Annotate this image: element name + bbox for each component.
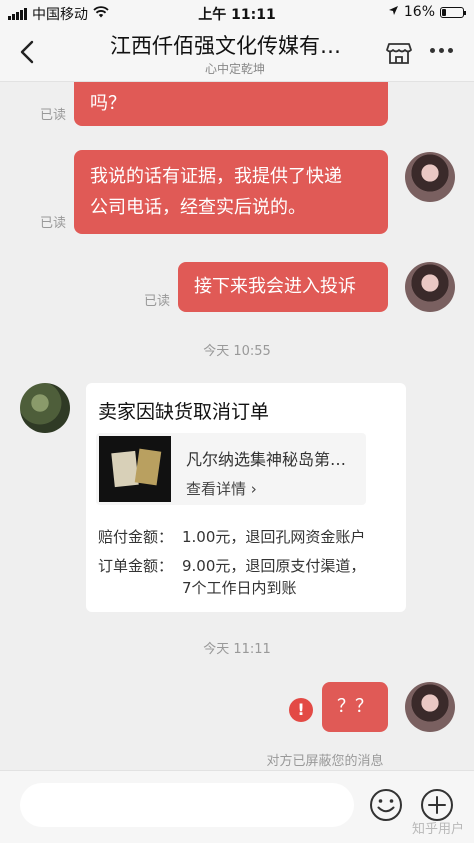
message-bubble[interactable]: 接下来我会进入投诉	[178, 262, 388, 312]
order-amount-value: 9.00元，退回原支付渠道， 7个工作日内到账	[182, 555, 402, 599]
product-thumbnail	[99, 436, 171, 502]
send-failed-icon[interactable]: !	[289, 698, 313, 722]
input-bar	[0, 770, 474, 843]
my-avatar[interactable]	[405, 682, 455, 732]
battery-percent: 16%	[403, 4, 435, 20]
message-bubble[interactable]: 我说的话有证据，我提供了快递 公司电话，经查实后说的。	[74, 150, 388, 234]
card-title: 卖家因缺货取消订单	[98, 401, 270, 423]
status-right: 16%	[388, 4, 466, 20]
product-name: 凡尔纳选集神秘岛第…	[186, 450, 347, 469]
read-receipt: 已读	[144, 294, 171, 309]
message-text: 吗？	[90, 93, 126, 114]
compensation-label: 赔付金额：	[98, 528, 174, 546]
blocked-notice: 对方已屏蔽您的消息	[266, 754, 384, 769]
chat-header: 江西仟佰强文化传媒有… 心中定乾坤	[0, 24, 474, 82]
more-icon[interactable]	[430, 48, 453, 53]
message-text-line: 我说的话有证据，我提供了快递	[90, 166, 342, 187]
my-avatar[interactable]	[405, 262, 455, 312]
chat-title: 江西仟佰强文化传媒有…	[110, 34, 341, 58]
seller-avatar[interactable]	[20, 383, 70, 433]
timestamp: 今天 11:11	[203, 642, 271, 657]
shop-icon[interactable]	[386, 40, 412, 66]
battery-icon	[440, 6, 466, 18]
message-bubble[interactable]: ？？	[322, 682, 388, 732]
order-amount-line: 7个工作日内到账	[182, 579, 297, 597]
status-bar: 中国移动 上午 11:11 16%	[0, 0, 474, 24]
read-receipt: 已读	[40, 108, 67, 123]
message-bubble[interactable]: 吗？	[74, 82, 388, 126]
message-text: 接下来我会进入投诉	[194, 276, 356, 297]
view-details-link[interactable]: 查看详情 ›	[186, 478, 257, 499]
back-arrow-icon[interactable]	[14, 38, 42, 66]
product-item[interactable]: 凡尔纳选集神秘岛第… 查看详情 ›	[96, 433, 366, 505]
order-amount-line: 9.00元，退回原支付渠道，	[182, 557, 366, 575]
chat-subtitle: 心中定乾坤	[204, 62, 265, 76]
order-amount-label: 订单金额：	[98, 557, 174, 575]
watermark: 知乎用户	[411, 822, 464, 837]
emoji-icon[interactable]	[368, 787, 404, 823]
read-receipt: 已读	[40, 216, 67, 231]
message-text: ？？	[337, 696, 373, 717]
order-cancel-card[interactable]: 卖家因缺货取消订单 凡尔纳选集神秘岛第… 查看详情 › 赔付金额： 1.00元，…	[86, 383, 406, 612]
compensation-value: 1.00元，退回孔网资金账户	[182, 528, 366, 546]
my-avatar[interactable]	[405, 152, 455, 202]
location-arrow-icon	[388, 4, 399, 20]
message-input[interactable]	[20, 783, 354, 827]
timestamp: 今天 10:55	[203, 344, 271, 359]
message-text-line: 公司电话，经查实后说的。	[90, 197, 306, 218]
